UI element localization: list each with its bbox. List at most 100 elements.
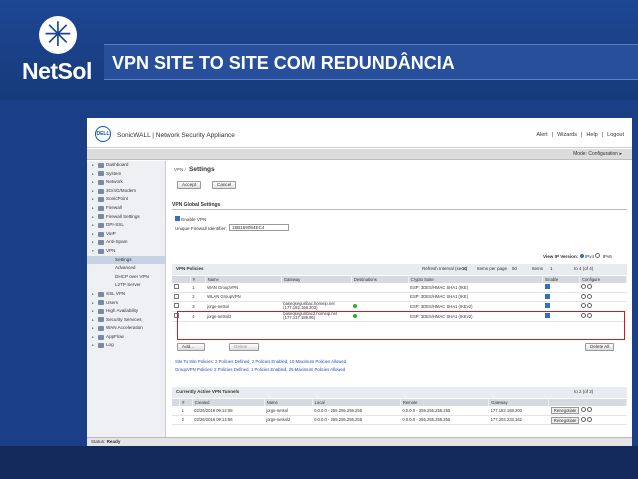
column-header[interactable]: Created xyxy=(192,399,265,406)
chevron-right-icon[interactable]: ▸ xyxy=(92,341,96,350)
sidebar-item-voip[interactable]: ▸ VoIP xyxy=(87,230,165,239)
column-header[interactable]: Gateway xyxy=(488,399,550,406)
row-checkbox[interactable] xyxy=(174,293,179,299)
chevron-right-icon[interactable]: ▸ xyxy=(92,316,96,325)
sidebar-item-ssl-vpn[interactable]: ▸ SSL VPN xyxy=(87,290,165,299)
sidebar-item-settings[interactable]: ▸Settings xyxy=(87,255,165,265)
policy-enable[interactable] xyxy=(542,283,580,293)
sidebar-item-high-availability[interactable]: ▸ High Availability xyxy=(87,307,165,316)
chevron-right-icon[interactable]: ▸ xyxy=(92,290,96,299)
enable-checkbox[interactable] xyxy=(544,293,550,299)
policy-configure[interactable] xyxy=(579,301,627,312)
row-checkbox[interactable] xyxy=(174,303,179,308)
sidebar-item-firewall[interactable]: ▸ Firewall xyxy=(87,204,165,213)
chevron-right-icon[interactable]: ▸ xyxy=(92,230,96,239)
renegotiate-button[interactable]: Renegotiate xyxy=(550,416,580,424)
items-value[interactable]: 1 xyxy=(550,266,553,271)
sidebar-item-dhcp-over-vpn[interactable]: ▸DHCP over VPN xyxy=(87,273,165,282)
delete-all-button[interactable]: Delete All xyxy=(585,343,615,351)
renegotiate-button[interactable]: Renegotiate xyxy=(550,407,580,415)
row-select[interactable] xyxy=(172,292,191,302)
column-header[interactable]: Crypto Suite xyxy=(408,276,544,283)
chevron-right-icon[interactable]: ▸ xyxy=(92,221,96,230)
column-header[interactable]: Local xyxy=(312,399,401,406)
items-per-page-value[interactable]: 50 xyxy=(512,266,517,271)
column-header[interactable]: Gateway xyxy=(281,276,352,283)
logout-link[interactable]: Logout xyxy=(607,132,624,138)
column-header[interactable] xyxy=(548,399,627,406)
policy-enable[interactable] xyxy=(542,301,580,312)
ipv6-radio[interactable] xyxy=(595,253,601,258)
sidebar-item-appflow[interactable]: ▸ AppFlow xyxy=(87,333,165,342)
alert-link[interactable]: Alert xyxy=(536,132,547,138)
delete-icon[interactable] xyxy=(586,416,592,422)
policy-configure[interactable] xyxy=(579,283,627,293)
sidebar-item-dpi-ssl[interactable]: ▸ DPI-SSL xyxy=(87,221,165,230)
chevron-right-icon[interactable]: ▸ xyxy=(92,204,96,213)
chevron-right-icon[interactable]: ▸ xyxy=(92,307,96,316)
sidebar-item-network[interactable]: ▸ Network xyxy=(87,178,165,187)
chevron-right-icon[interactable]: ▸ xyxy=(92,299,96,308)
delete-icon[interactable] xyxy=(587,284,593,290)
sidebar-item-firewall-settings[interactable]: ▸ Firewall Settings xyxy=(87,213,165,222)
column-header[interactable]: Configure xyxy=(579,276,628,283)
delete-icon[interactable] xyxy=(586,407,592,413)
policy-enable[interactable] xyxy=(542,292,580,302)
delete-button[interactable]: Delete xyxy=(229,343,259,351)
sidebar-item-log[interactable]: ▸ Log xyxy=(87,341,165,350)
ipv4-radio[interactable] xyxy=(579,254,584,258)
mode-selector[interactable]: Mode: Configuration ▸ xyxy=(573,151,622,157)
row-checkbox[interactable] xyxy=(174,284,179,290)
fw-id-input[interactable]: 18B169054EC4 xyxy=(229,224,289,231)
edit-icon[interactable] xyxy=(581,284,587,290)
enable-checkbox[interactable] xyxy=(544,284,550,290)
row-select[interactable] xyxy=(172,283,191,293)
chevron-right-icon[interactable]: ▸ xyxy=(92,195,96,204)
tunnel-actions[interactable]: Renegotiate xyxy=(548,406,627,416)
tunnel-actions[interactable]: Renegotiate xyxy=(548,415,627,425)
column-header[interactable]: Enable xyxy=(542,276,580,283)
chevron-right-icon[interactable]: ▸ xyxy=(92,213,96,222)
delete-icon[interactable] xyxy=(587,293,593,299)
sidebar-item-dashboard[interactable]: ▸ Dashboard xyxy=(87,161,165,170)
column-header[interactable]: Name xyxy=(264,399,313,406)
sidebar-item-system[interactable]: ▸ System xyxy=(87,170,165,179)
edit-icon[interactable] xyxy=(581,303,587,308)
enable-vpn-checkbox[interactable] xyxy=(175,216,180,221)
help-link[interactable]: Help xyxy=(586,132,597,138)
delete-icon[interactable] xyxy=(587,303,593,308)
column-header[interactable]: # xyxy=(190,276,206,283)
table-row[interactable]: 1 02/26/2016 09:12:08 jorge-netsol 0.0.0.0 … xyxy=(172,406,627,416)
cancel-button[interactable]: Cancel xyxy=(212,181,237,189)
table-row[interactable]: 2 WLAN GroupVPN ESP: 3DES/HMAC SHA1 (IKE) xyxy=(172,292,627,302)
sidebar-item-wan-acceleration[interactable]: ▸ WAN Acceleration xyxy=(87,324,165,333)
table-row[interactable]: 3 jorge-netsol baseqseguribac.homeip.net (… xyxy=(172,301,627,312)
chevron-right-icon[interactable]: ▸ xyxy=(92,187,96,196)
stats-icon[interactable] xyxy=(580,416,586,422)
wizards-link[interactable]: Wizards xyxy=(557,132,577,138)
table-row[interactable]: 1 WAN GroupVPN ESP: 3DES/HMAC SHA1 (IKE) xyxy=(172,283,627,293)
refresh-value[interactable]: 10 xyxy=(462,266,467,271)
accept-button[interactable]: Accept xyxy=(177,181,202,189)
chevron-right-icon[interactable]: ▸ xyxy=(92,178,96,187)
column-header[interactable]: # xyxy=(179,399,193,406)
edit-icon[interactable] xyxy=(581,293,587,299)
stats-icon[interactable] xyxy=(580,407,586,413)
sidebar-item-advanced[interactable]: ▸Advanced xyxy=(87,264,165,273)
add-button[interactable]: Add... xyxy=(177,343,205,351)
chevron-down-icon[interactable]: ▾ xyxy=(92,247,96,256)
chevron-right-icon[interactable]: ▸ xyxy=(92,170,96,179)
sidebar-item-l2tp-server[interactable]: ▸L2TP Server xyxy=(87,281,165,290)
sidebar-item-vpn[interactable]: ▾ VPN xyxy=(87,247,165,256)
sidebar-item-users[interactable]: ▸ Users xyxy=(87,299,165,308)
chevron-right-icon[interactable]: ▸ xyxy=(92,238,96,247)
chevron-right-icon[interactable]: ▸ xyxy=(92,161,96,170)
enable-checkbox[interactable] xyxy=(544,303,550,308)
sidebar-item-security-services[interactable]: ▸ Security Services xyxy=(87,316,165,325)
column-header[interactable]: Remote xyxy=(400,399,490,406)
row-select[interactable] xyxy=(172,301,191,312)
sidebar-item-3g-4g-modem[interactable]: ▸ 3G/4G/Modem xyxy=(87,187,165,196)
chevron-right-icon[interactable]: ▸ xyxy=(92,333,96,342)
column-header[interactable]: Name xyxy=(205,276,282,283)
sidebar-item-sonicpoint[interactable]: ▸ SonicPoint xyxy=(87,195,165,204)
